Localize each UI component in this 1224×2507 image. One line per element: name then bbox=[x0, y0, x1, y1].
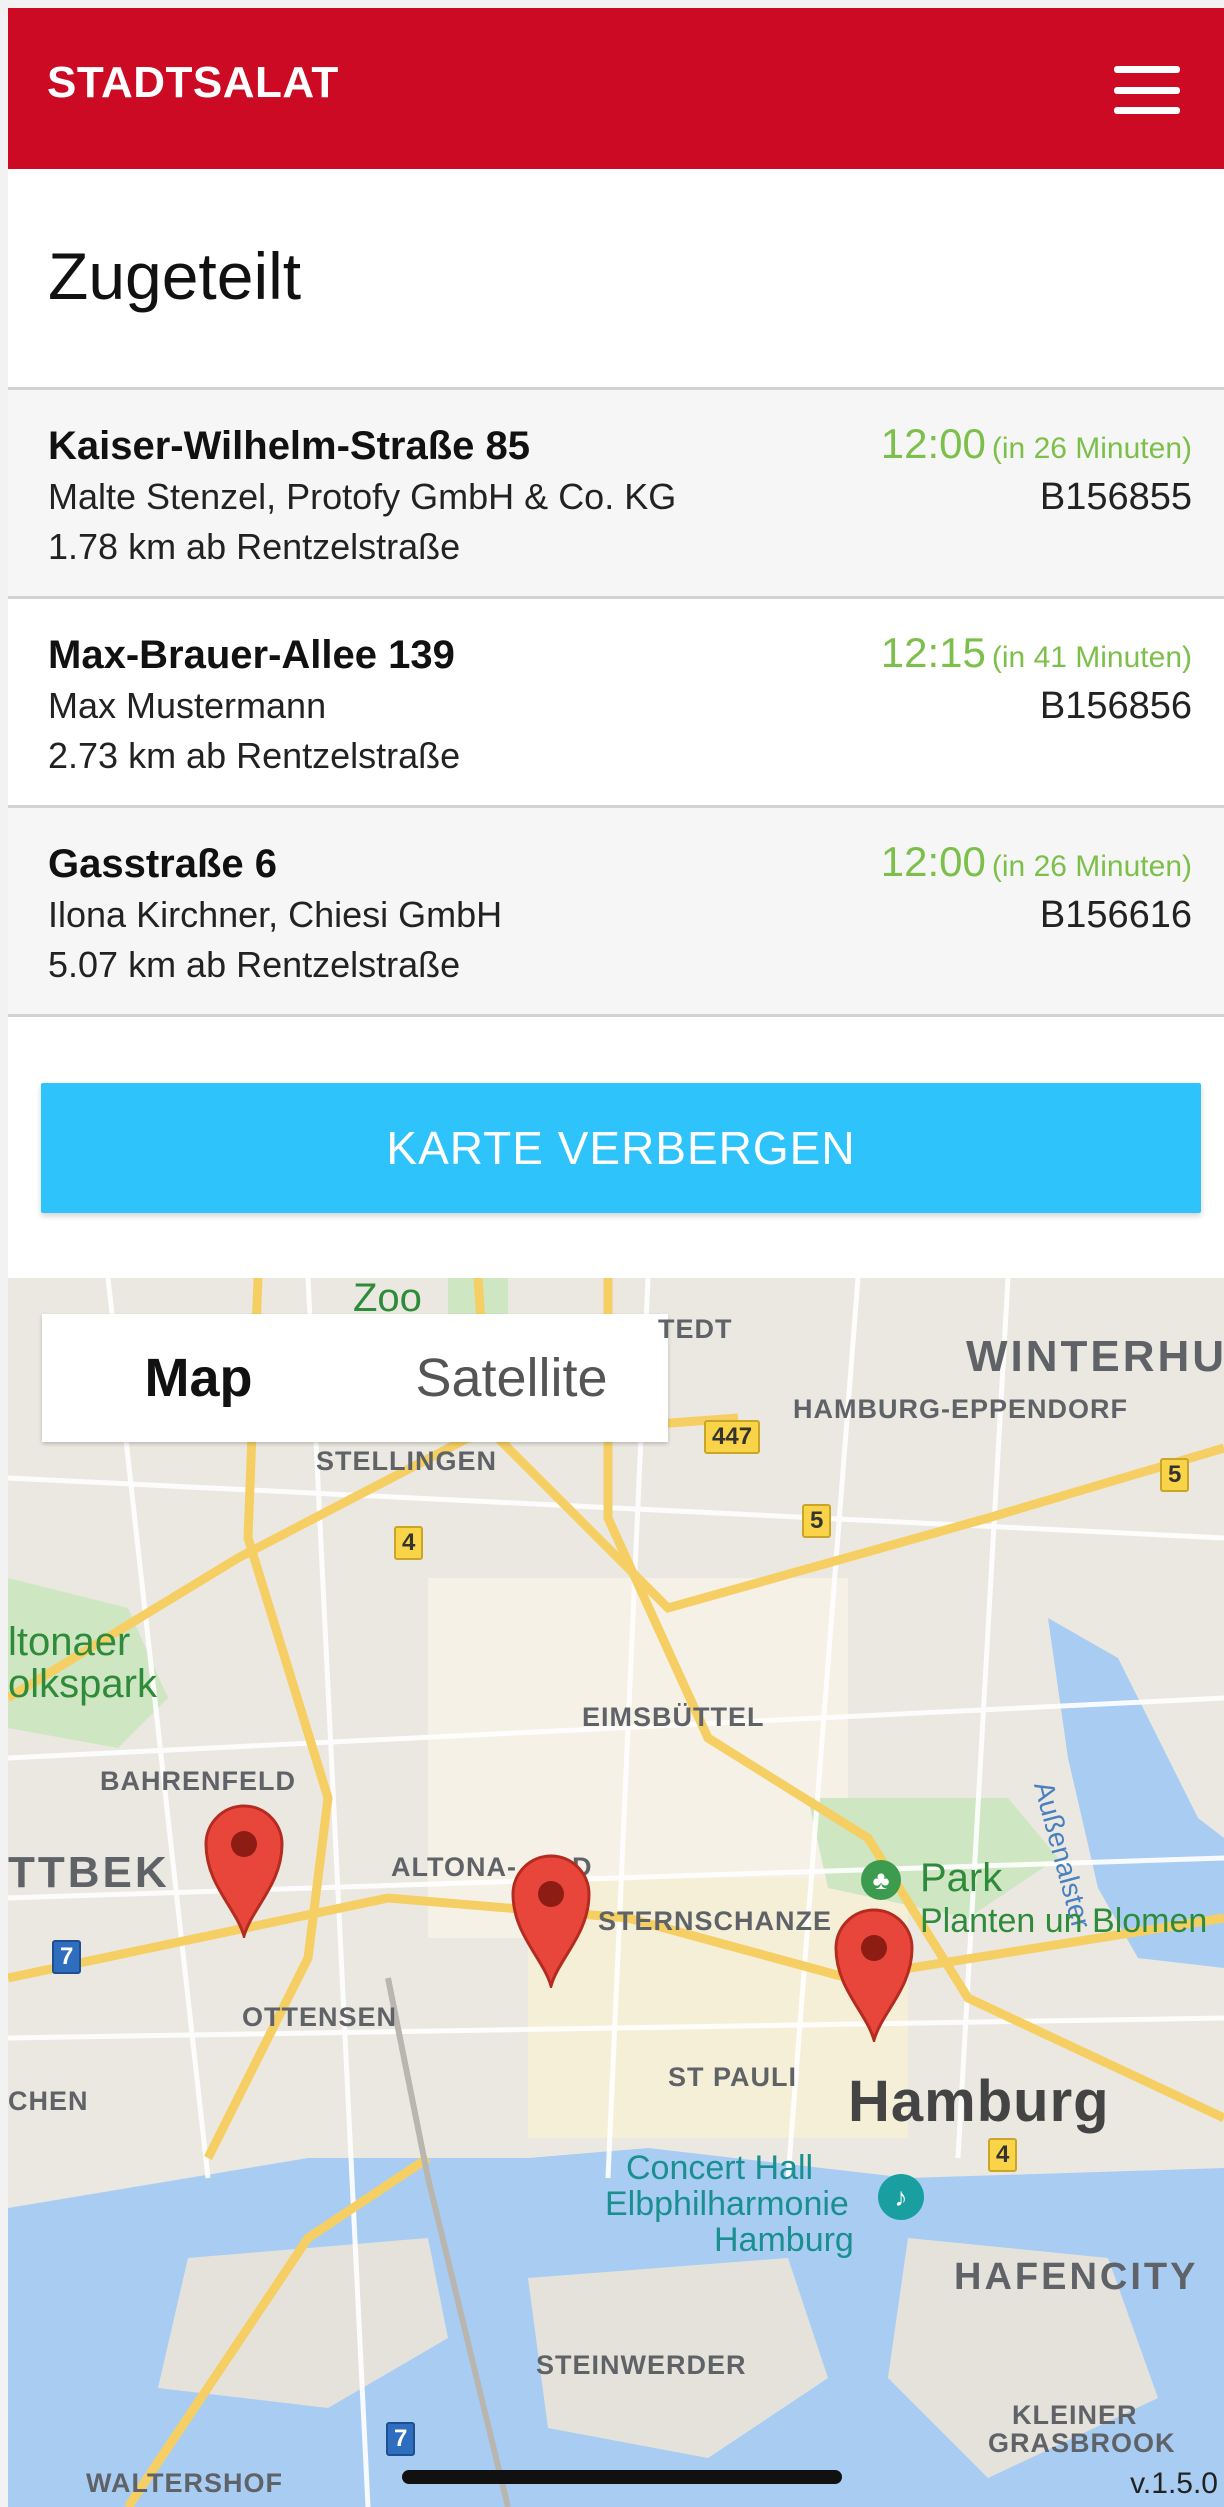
map-type-control: Map Satellite bbox=[42, 1314, 668, 1442]
delivery-relative-time: (in 26 Minuten) bbox=[991, 432, 1192, 465]
road-shield: 5 bbox=[802, 1504, 832, 1538]
menu-bar bbox=[1114, 86, 1180, 94]
map-label-district: BAHRENFELD bbox=[100, 1766, 296, 1796]
order-address: Gasstraße 6 bbox=[48, 842, 278, 886]
map-label-poi: Elbphilharmonie bbox=[605, 2185, 849, 2223]
order-distance: 5.07 km ab Rentzelstraße bbox=[48, 944, 461, 985]
map-marker-pin-icon[interactable] bbox=[509, 1850, 593, 1988]
home-indicator bbox=[402, 2470, 842, 2484]
order-time: 12:00 (in 26 Minuten) bbox=[881, 420, 1192, 468]
autobahn-shield: 7 bbox=[386, 2422, 416, 2456]
delivery-relative-time: (in 26 Minuten) bbox=[991, 850, 1192, 883]
road-shield: 5 bbox=[1160, 1458, 1190, 1492]
order-list: Kaiser-Wilhelm-Straße 85 Malte Stenzel, … bbox=[8, 387, 1224, 1017]
map-marker-pin-icon[interactable] bbox=[832, 1904, 916, 2042]
map-label-district: WALTERSHOF bbox=[86, 2468, 283, 2498]
brand-logo[interactable]: STADTSALAT bbox=[47, 58, 339, 108]
order-client: Ilona Kirchner, Chiesi GmbH bbox=[48, 894, 503, 935]
hamburger-menu-icon[interactable] bbox=[1114, 66, 1180, 114]
map-type-satellite[interactable]: Satellite bbox=[355, 1314, 668, 1442]
map-label-district: CHEN bbox=[8, 2086, 89, 2116]
map-label-park: Park bbox=[920, 1856, 1003, 1900]
app-screen: STADTSALAT Zugeteilt Kaiser-Wilhelm-Stra… bbox=[0, 0, 1224, 2507]
map-label-park: Planten un Blomen bbox=[920, 1902, 1208, 1940]
map-label-park: olkspark bbox=[8, 1662, 157, 1706]
menu-bar bbox=[1114, 107, 1180, 114]
music-note-icon: ♪ bbox=[878, 2174, 924, 2220]
delivery-time: 12:15 bbox=[880, 629, 986, 676]
app-version: v.1.5.0 bbox=[1130, 2467, 1218, 2500]
map-label-district: EIMSBÜTTEL bbox=[582, 1702, 765, 1732]
order-address: Kaiser-Wilhelm-Straße 85 bbox=[48, 424, 531, 468]
road-shield: 4 bbox=[988, 2138, 1018, 2172]
map-label-district: TTBEK bbox=[8, 1848, 170, 1897]
order-code: B156855 bbox=[1039, 476, 1192, 518]
app-header: STADTSALAT bbox=[8, 8, 1224, 169]
map-label-poi: Concert Hall bbox=[626, 2149, 814, 2187]
order-client: Max Mustermann bbox=[48, 685, 327, 726]
map-label-park: ltonaer bbox=[8, 1620, 131, 1664]
delivery-time: 12:00 bbox=[880, 838, 986, 885]
order-client: Malte Stenzel, Protofy GmbH & Co. KG bbox=[48, 476, 677, 517]
map-type-map[interactable]: Map bbox=[42, 1314, 355, 1442]
map-label-district: TEDT bbox=[658, 1314, 733, 1344]
map-label-district: HAMBURG-EPPENDORF bbox=[793, 1394, 1129, 1424]
road-shield: 4 bbox=[394, 1526, 424, 1560]
order-row[interactable]: Gasstraße 6 Ilona Kirchner, Chiesi GmbH … bbox=[8, 805, 1224, 1017]
order-distance: 1.78 km ab Rentzelstraße bbox=[48, 526, 461, 567]
page-title: Zugeteilt bbox=[48, 239, 302, 313]
delivery-time: 12:00 bbox=[880, 420, 986, 467]
order-code: B156616 bbox=[1039, 894, 1192, 936]
map-label-zoo: Zoo bbox=[353, 1278, 422, 1320]
order-address: Max-Brauer-Allee 139 bbox=[48, 633, 455, 677]
order-time: 12:00 (in 26 Minuten) bbox=[881, 838, 1192, 886]
order-code: B156856 bbox=[1039, 685, 1192, 727]
menu-bar bbox=[1114, 66, 1180, 73]
order-time: 12:15 (in 41 Minuten) bbox=[881, 629, 1192, 677]
map-base-layer bbox=[8, 1278, 1224, 2507]
order-distance: 2.73 km ab Rentzelstraße bbox=[48, 735, 461, 776]
screen-edge bbox=[0, 0, 8, 2507]
map-label-district: HAFENCITY bbox=[954, 2256, 1199, 2298]
map-label-poi: Hamburg bbox=[714, 2221, 854, 2259]
tree-icon: ♣ bbox=[861, 1860, 901, 1900]
map-label-district: ST PAULI bbox=[668, 2062, 797, 2092]
map-marker-pin-icon[interactable] bbox=[202, 1800, 286, 1938]
map-label-district: OTTENSEN bbox=[242, 2002, 398, 2032]
map-label-district: GRASBROOK bbox=[988, 2428, 1176, 2458]
map-label-district: ALTONA- bbox=[391, 1852, 517, 1882]
map-label-district: STEINWERDER bbox=[536, 2350, 747, 2380]
order-row[interactable]: Max-Brauer-Allee 139 Max Mustermann 2.73… bbox=[8, 596, 1224, 805]
order-row[interactable]: Kaiser-Wilhelm-Straße 85 Malte Stenzel, … bbox=[8, 387, 1224, 596]
map-label-city: Hamburg bbox=[848, 2069, 1110, 2134]
delivery-relative-time: (in 41 Minuten) bbox=[991, 641, 1192, 674]
autobahn-shield: 7 bbox=[52, 1940, 82, 1974]
road-shield: 447 bbox=[704, 1420, 761, 1454]
map-view[interactable]: Map Satellite Zoo TEDT WINTERHU HAMBURG-… bbox=[8, 1278, 1224, 2507]
map-label-district: STELLINGEN bbox=[316, 1446, 498, 1476]
map-label-district: KLEINER bbox=[1012, 2400, 1138, 2430]
map-label-district: STERNSCHANZE bbox=[598, 1906, 833, 1936]
hide-map-button[interactable]: KARTE VERBERGEN bbox=[41, 1083, 1201, 1213]
screen-edge-top bbox=[0, 0, 1224, 8]
map-label-district: WINTERHU bbox=[966, 1332, 1224, 1381]
